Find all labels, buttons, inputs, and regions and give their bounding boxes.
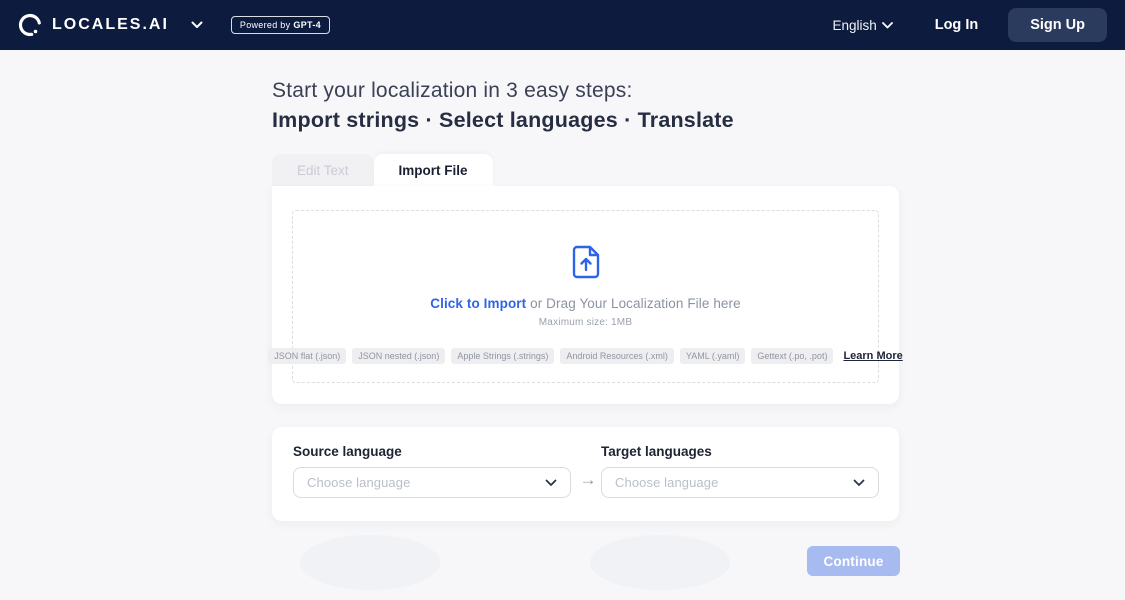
dropzone-instruction: Click to Import or Drag Your Localizatio… [430,296,741,311]
tab-edit-text[interactable]: Edit Text [272,154,374,186]
import-mode-tabs: Edit Text Import File [272,154,493,186]
format-badge-android-xml: Android Resources (.xml) [560,348,674,364]
max-size-note: Maximum size: 1MB [538,317,633,328]
drag-file-text: or Drag Your Localization File here [526,296,741,311]
hero-heading: Start your localization in 3 easy steps:… [272,79,734,133]
login-button[interactable]: Log In [935,17,979,33]
target-languages-label: Target languages [601,444,712,459]
format-badge-gettext: Gettext (.po, .pot) [751,348,834,364]
arrow-right-icon: → [579,470,597,489]
chevron-down-icon [545,479,557,486]
supported-formats-row: JSON flat (.json) JSON nested (.json) Ap… [268,348,903,364]
chevron-down-icon [853,479,865,486]
language-selection-card: Source language Target languages Choose … [272,427,899,521]
source-language-placeholder: Choose language [307,475,411,490]
source-language-select[interactable]: Choose language [293,467,571,498]
top-nav: LOCALES.AI Powered by GPT-4 English Log … [0,0,1125,50]
click-to-import-link[interactable]: Click to Import [430,296,526,311]
powered-by-model: GPT-4 [293,20,321,30]
format-badge-apple-strings: Apple Strings (.strings) [451,348,555,364]
background-blob [300,535,440,590]
signup-button[interactable]: Sign Up [1008,8,1107,42]
target-languages-placeholder: Choose language [615,475,719,490]
continue-button[interactable]: Continue [807,546,900,576]
language-switcher[interactable]: English [832,17,893,33]
background-blob [590,535,730,590]
nav-right: English Log In Sign Up [832,8,1107,42]
learn-more-link[interactable]: Learn More [843,350,902,362]
chevron-down-icon[interactable] [191,21,203,29]
format-badge-json-flat: JSON flat (.json) [268,348,347,364]
chevron-down-icon [881,21,893,28]
source-language-label: Source language [293,444,402,459]
language-switcher-label: English [832,17,877,33]
brand-name[interactable]: LOCALES.AI [52,16,169,34]
import-card: Click to Import or Drag Your Localizatio… [268,186,903,404]
file-upload-icon [571,245,601,284]
hero-title-line1: Start your localization in 3 easy steps: [272,79,633,102]
file-dropzone[interactable]: Click to Import or Drag Your Localizatio… [268,210,903,383]
tab-import-file[interactable]: Import File [373,154,493,186]
powered-by-badge: Powered by GPT-4 [230,16,330,34]
powered-by-label: Powered by [239,20,291,30]
nav-left: LOCALES.AI Powered by GPT-4 [16,11,330,39]
hero-title-line2: Import strings · Select languages · Tran… [272,108,734,132]
brand-logo-icon[interactable] [16,11,44,39]
locales-app: LOCALES.AI Powered by GPT-4 English Log … [0,0,1125,600]
format-badge-yaml: YAML (.yaml) [679,348,746,364]
target-languages-select[interactable]: Choose language [601,467,879,498]
format-badge-json-nested: JSON nested (.json) [352,348,446,364]
